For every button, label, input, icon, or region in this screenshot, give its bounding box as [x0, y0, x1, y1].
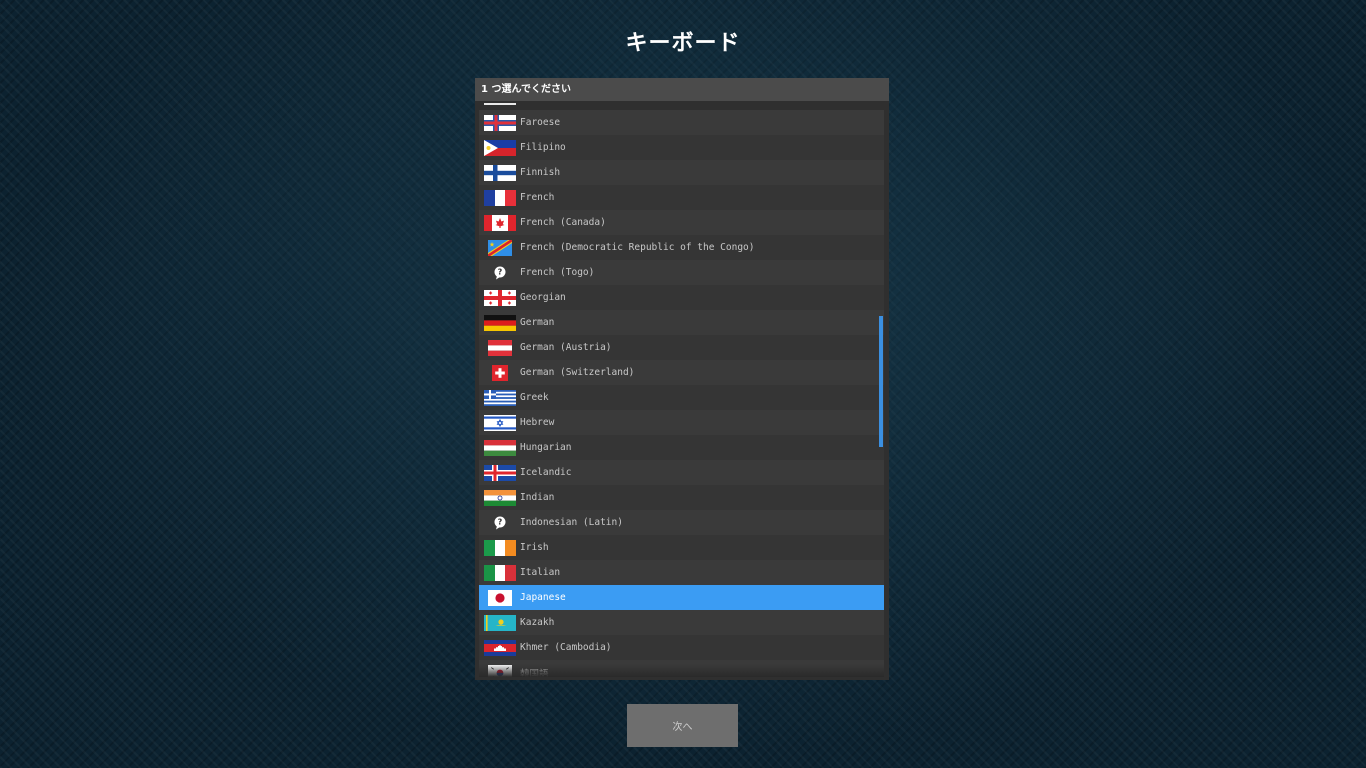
list-item-finnish[interactable]: Finnish — [479, 160, 884, 185]
list-item-label: French — [520, 192, 555, 203]
list-item-label: Khmer (Cambodia) — [520, 642, 612, 653]
unknown-flag-icon: ? — [484, 515, 516, 531]
greece-flag-icon — [484, 389, 516, 406]
scrollbar-thumb[interactable] — [879, 316, 883, 447]
list-item-label: Japanese — [520, 592, 566, 603]
list-item-hebrew[interactable]: Hebrew — [479, 410, 884, 435]
list-item-georgian[interactable]: Georgian — [479, 285, 884, 310]
list-item-label: Icelandic — [520, 467, 572, 478]
austria-flag-icon — [484, 339, 516, 356]
hungary-flag-icon — [484, 439, 516, 456]
svg-text:?: ? — [498, 517, 503, 526]
list-item-label: Greek — [520, 392, 549, 403]
germany-flag-icon — [484, 314, 516, 331]
list-item-label: Indonesian (Latin) — [520, 517, 623, 528]
unknown-flag-icon: ? — [484, 265, 516, 281]
list-item-german-switzerland[interactable]: German (Switzerland) — [479, 360, 884, 385]
list-item-faroese[interactable]: Faroese — [479, 110, 884, 135]
list-item-french-togo[interactable]: ? French (Togo) — [479, 260, 884, 285]
iceland-flag-icon — [484, 464, 516, 481]
list-item-indian[interactable]: Indian — [479, 485, 884, 510]
india-flag-icon — [484, 489, 516, 506]
list-item-japanese[interactable]: Japanese — [479, 585, 884, 610]
list-item-german-austria[interactable]: German (Austria) — [479, 335, 884, 360]
canada-flag-icon — [484, 214, 516, 231]
israel-flag-icon — [484, 414, 516, 431]
faroe-islands-flag-icon — [484, 114, 516, 131]
france-flag-icon — [484, 189, 516, 206]
dr-congo-flag-icon — [484, 239, 516, 256]
list-item-item-22[interactable]: 韓国語 — [479, 660, 884, 677]
next-button[interactable]: 次へ — [627, 704, 738, 747]
kazakhstan-flag-icon — [484, 614, 516, 631]
list-item-icelandic[interactable]: Icelandic — [479, 460, 884, 485]
italy-flag-icon — [484, 564, 516, 581]
list-item-filipino[interactable]: Filipino — [479, 135, 884, 160]
list-item-german[interactable]: German — [479, 310, 884, 335]
list-item-label: Italian — [520, 567, 561, 578]
list-item-irish[interactable]: Irish — [479, 535, 884, 560]
list-item-label: Hungarian — [520, 442, 572, 453]
list-item-indonesian-latin[interactable]: ? Indonesian (Latin) — [479, 510, 884, 535]
list-item-french[interactable]: French — [479, 185, 884, 210]
list-item-french-democratic-republic-of-the-congo[interactable]: French (Democratic Republic of the Congo… — [479, 235, 884, 260]
list-item-label: German (Switzerland) — [520, 367, 635, 378]
cambodia-flag-icon — [484, 639, 516, 656]
list-item-label: French (Democratic Republic of the Congo… — [520, 242, 755, 253]
finland-flag-icon — [484, 164, 516, 181]
japan-flag-icon — [484, 589, 516, 606]
page-title: キーボード — [625, 31, 741, 56]
list-item-label: French (Togo) — [520, 267, 595, 278]
list-item-label: German (Austria) — [520, 342, 612, 353]
list-item-label: German — [520, 317, 555, 328]
list-item-label: Indian — [520, 492, 555, 503]
list-item-kazakh[interactable]: Kazakh — [479, 610, 884, 635]
list-item-label: Finnish — [520, 167, 561, 178]
list-item-label: Filipino — [520, 142, 566, 153]
list-item-khmer-cambodia[interactable]: Khmer (Cambodia) — [479, 635, 884, 660]
keyboard-layout-panel: 1 つ選んでください Faroese Filipino Finnish French F… — [475, 78, 889, 680]
list-header: 1 つ選んでください — [475, 78, 889, 101]
list-item-label: Irish — [520, 542, 549, 553]
list-item-label: Kazakh — [520, 617, 555, 628]
list-item-greek[interactable]: Greek — [479, 385, 884, 410]
list-item-french-canada[interactable]: French (Canada) — [479, 210, 884, 235]
switzerland-flag-icon — [484, 364, 516, 381]
ireland-flag-icon — [484, 539, 516, 556]
list-item-italian[interactable]: Italian — [479, 560, 884, 585]
list-item-hungarian[interactable]: Hungarian — [479, 435, 884, 460]
list-item-label: Faroese — [520, 117, 561, 128]
svg-text:?: ? — [498, 267, 503, 276]
georgia-flag-icon — [484, 289, 516, 306]
previous-item-flag-edge — [484, 103, 516, 105]
list-item-label: French (Canada) — [520, 217, 606, 228]
keyboard-layout-list[interactable]: Faroese Filipino Finnish French French (Cana… — [479, 101, 884, 677]
list-item-label: 韓国語 — [520, 668, 549, 678]
list-item-label: Georgian — [520, 292, 566, 303]
philippines-flag-icon — [484, 139, 516, 156]
south-korea-flag-icon — [484, 664, 516, 677]
list-item-label: Hebrew — [520, 417, 555, 428]
